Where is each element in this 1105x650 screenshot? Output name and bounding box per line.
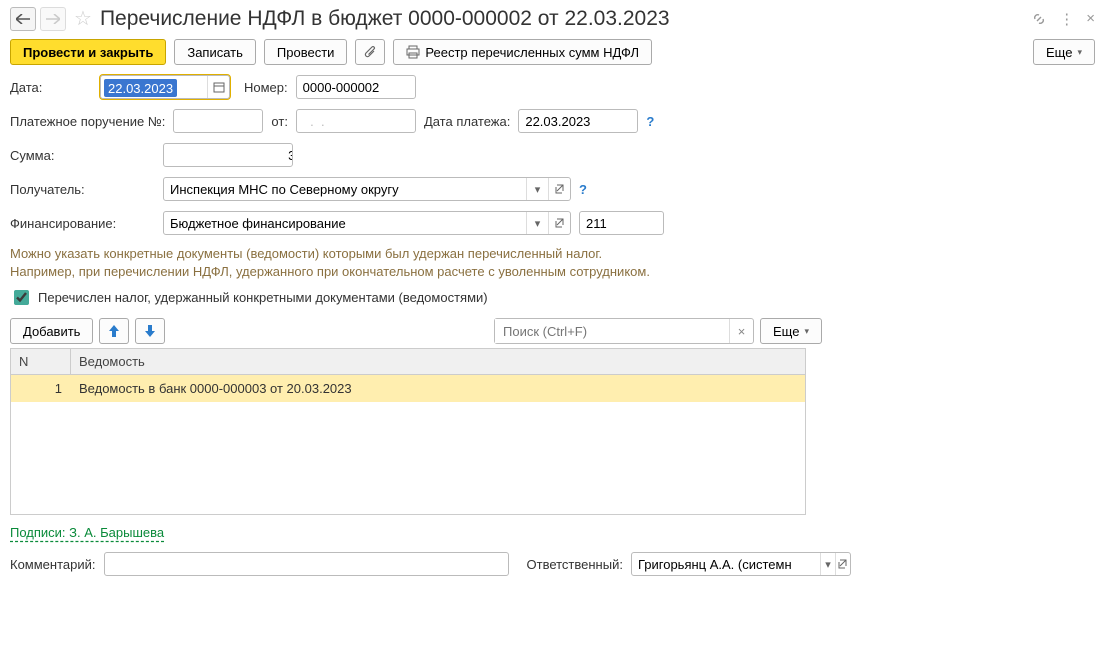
nav-forward-button[interactable] [40,7,66,31]
funding-label: Финансирование: [10,216,155,231]
recipient-field[interactable]: ▾ [163,177,571,201]
arrow-down-icon [144,324,156,338]
paydate-input[interactable] [519,110,638,132]
recipient-help-icon[interactable]: ? [579,182,587,197]
recipient-open-icon[interactable] [548,178,570,200]
recipient-input[interactable] [164,178,526,200]
move-down-button[interactable] [135,318,165,344]
payorder-number-input[interactable] [174,110,263,132]
table-cell-doc: Ведомость в банк 0000-000003 от 20.03.20… [71,375,805,402]
print-icon [406,45,420,59]
table-row[interactable]: 1 Ведомость в банк 0000-000003 от 20.03.… [11,375,805,402]
link-icon[interactable] [1031,11,1047,27]
signatures-link[interactable]: Подписи: З. А. Барышева [10,525,1095,540]
post-and-close-button[interactable]: Провести и закрыть [10,39,166,65]
close-icon[interactable]: × [1086,10,1095,27]
date-field[interactable]: 22.03.2023 [100,75,230,99]
move-up-button[interactable] [99,318,129,344]
hint-line2: Например, при перечислении НДФЛ, удержан… [10,263,1095,281]
payorder-date-input[interactable] [297,110,416,132]
responsible-field[interactable]: ▾ [631,552,851,576]
paperclip-icon [363,45,377,59]
payorder-number-field[interactable] [173,109,263,133]
responsible-dropdown-icon[interactable]: ▾ [820,553,835,575]
favorite-star-icon[interactable]: ☆ [74,6,92,31]
more-button-top[interactable]: Еще [1033,39,1095,65]
kebab-menu-icon[interactable]: ⋮ [1059,10,1074,28]
table-header-doc[interactable]: Ведомость [71,349,805,374]
date-value: 22.03.2023 [104,79,177,97]
comment-field[interactable] [104,552,509,576]
registry-button[interactable]: Реестр перечисленных сумм НДФЛ [393,39,652,65]
from-label: от: [271,114,288,129]
sum-label: Сумма: [10,148,155,163]
hint-text: Можно указать конкретные документы (ведо… [10,245,1095,281]
kosgu-field[interactable]: ▾ [579,211,664,235]
save-button[interactable]: Записать [174,39,256,65]
sum-input[interactable] [164,144,293,166]
page-title: Перечисление НДФЛ в бюджет 0000-000002 о… [100,7,1027,31]
hint-line1: Можно указать конкретные документы (ведо… [10,245,1095,263]
number-field[interactable] [296,75,416,99]
responsible-input[interactable] [632,553,820,575]
funding-input[interactable] [164,212,526,234]
arrow-up-icon [108,324,120,338]
nav-back-button[interactable] [10,7,36,31]
documents-table: N Ведомость 1 Ведомость в банк 0000-0000… [10,348,806,515]
comment-input[interactable] [105,553,508,575]
table-cell-n: 1 [11,375,71,402]
kosgu-input[interactable] [580,212,664,234]
sum-field[interactable] [163,143,293,167]
date-calendar-icon[interactable] [207,76,229,98]
responsible-label: Ответственный: [527,557,623,572]
recipient-label: Получатель: [10,182,155,197]
funding-open-icon[interactable] [548,212,570,234]
comment-label: Комментарий: [10,557,96,572]
paydate-help-icon[interactable]: ? [646,114,654,129]
add-button[interactable]: Добавить [10,318,93,344]
search-clear-icon[interactable]: × [729,319,753,343]
paydate-label: Дата платежа: [424,114,510,129]
payorder-date-field[interactable] [296,109,416,133]
number-input[interactable] [297,76,416,98]
attach-button[interactable] [355,39,385,65]
funding-field[interactable]: ▾ [163,211,571,235]
registry-button-label: Реестр перечисленных сумм НДФЛ [425,45,639,60]
post-button[interactable]: Провести [264,39,348,65]
date-label: Дата: [10,80,92,95]
number-label: Номер: [244,80,288,95]
recipient-dropdown-icon[interactable]: ▾ [526,178,548,200]
specific-docs-checkbox[interactable] [14,290,29,305]
table-search-input[interactable] [495,319,729,343]
table-search-field[interactable]: × [494,318,754,344]
more-button-table[interactable]: Еще [760,318,822,344]
funding-dropdown-icon[interactable]: ▾ [526,212,548,234]
payorder-label: Платежное поручение №: [10,114,165,129]
table-header-n[interactable]: N [11,349,71,374]
paydate-field[interactable] [518,109,638,133]
responsible-open-icon[interactable] [835,553,850,575]
specific-docs-label: Перечислен налог, удержанный конкретными… [38,290,488,305]
